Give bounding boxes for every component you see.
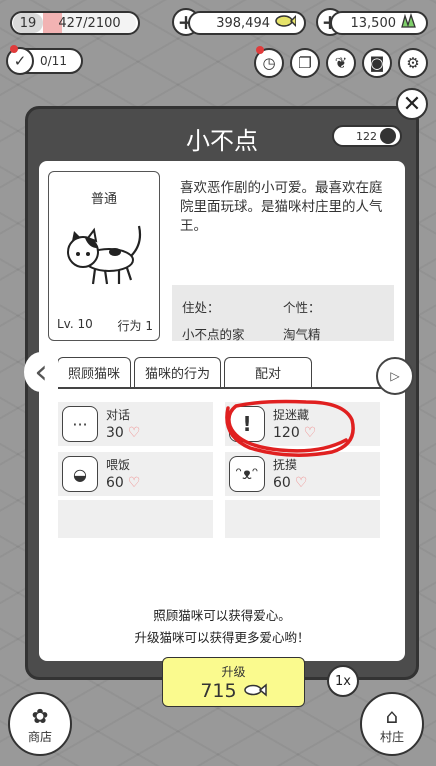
leaf-icon: [400, 12, 418, 33]
care-name: 喂饭: [106, 458, 131, 472]
personality-value: 淘气精: [283, 327, 321, 342]
care-name: 抚摸: [273, 458, 298, 472]
task-counter[interactable]: ✓ 0/11: [6, 47, 83, 75]
red-circle-annotation: [225, 399, 355, 457]
tab-pairing[interactable]: 配对: [224, 357, 313, 387]
gift-icon[interactable]: ❦: [326, 48, 356, 78]
xp-text: 427/2100: [58, 15, 121, 31]
shop-label: 商店: [27, 729, 52, 744]
next-cat-arrow[interactable]: ▷: [376, 357, 414, 395]
care-item-feed[interactable]: ◒ 喂饭 60 ♡: [58, 452, 213, 496]
level-number: 19: [13, 13, 43, 33]
village-label: 村庄: [379, 729, 404, 744]
multiplier-button[interactable]: 1x: [327, 665, 359, 697]
rarity-label: 普通: [90, 192, 117, 207]
village-button[interactable]: ⌂ 村庄: [360, 692, 424, 756]
heart-icon: ♡: [127, 425, 141, 441]
level-progress: 19 427/2100: [10, 11, 140, 35]
cat-description: 喜欢恶作剧的小可爱。最喜欢在庭院里面玩球。是猫咪村庄里的人气王。: [180, 180, 383, 234]
tab-divider: [57, 387, 405, 389]
previous-cat-arrow[interactable]: ‹: [24, 352, 58, 392]
home-value: 小不点的家: [182, 327, 245, 342]
settings-icon[interactable]: ⚙: [398, 48, 428, 78]
cat-portrait-icon: [67, 225, 142, 285]
care-slot-empty: [225, 500, 380, 538]
task-count: 0/11: [40, 54, 67, 68]
fish-icon: [274, 13, 297, 33]
home-label: 住处：: [182, 300, 220, 315]
care-item-pet[interactable]: ᵔᴥᵔ 抚摸 60 ♡: [225, 452, 380, 496]
care-hint: 照顾猫咪可以获得爱心。 升级猫咪可以获得更多爱心哟！: [39, 605, 405, 649]
collection-icon[interactable]: ❐: [290, 48, 320, 78]
upgrade-cost-value: 715: [200, 679, 237, 702]
yarn-amount: 122: [356, 129, 377, 143]
yarn-counter: 122: [332, 125, 402, 147]
hint-line-2: 升级猫咪可以获得更多爱心哟！: [134, 630, 310, 645]
cat-house-icon: ⌂: [385, 703, 399, 728]
upgrade-label: 升级: [221, 664, 246, 679]
fish-icon: [243, 682, 267, 697]
leaf-amount: 13,500: [350, 15, 397, 31]
care-slot-empty: [58, 500, 213, 538]
heart-icon: ♡: [127, 475, 141, 491]
xp-bar: 427/2100: [43, 13, 136, 33]
shop-button[interactable]: ✿ 商店: [8, 692, 72, 756]
upgrade-button[interactable]: 升级 715: [162, 657, 305, 707]
cat-detail-modal: 小不点 122 普通 Lv. 10 行为 1 喜欢恶作剧的小可爱。最喜欢在庭院里…: [25, 106, 419, 707]
tab-behaviors[interactable]: 猫咪的行为: [134, 357, 222, 387]
care-value: 30: [106, 425, 124, 441]
cat-card: 普通 Lv. 10 行为 1: [48, 171, 160, 341]
dots-icon: ···: [62, 406, 98, 442]
bowl-icon: ◒: [62, 456, 98, 492]
care-value: 60: [106, 475, 124, 491]
fish-amount: 398,494: [216, 15, 270, 31]
upgrade-cost: 715: [200, 679, 267, 702]
behavior-count: 行为 1: [117, 319, 153, 333]
cat-level: Lv. 10: [57, 317, 93, 331]
yarn-icon: [380, 128, 396, 144]
personality-label: 个性：: [283, 300, 321, 315]
tab-bar: 照顾猫咪 猫咪的行为 配对: [57, 357, 313, 387]
camera-icon[interactable]: ◙: [362, 48, 392, 78]
care-value: 60: [273, 475, 291, 491]
close-icon[interactable]: ✕: [396, 88, 428, 120]
notification-dot: [10, 45, 18, 53]
tab-care[interactable]: 照顾猫咪: [57, 357, 132, 387]
heart-icon: ♡: [294, 475, 308, 491]
care-item-talk[interactable]: ··· 对话 30 ♡: [58, 402, 213, 446]
timer-notification-dot: [256, 46, 264, 54]
leaf-counter: 13,500: [330, 11, 428, 35]
paw-icon: ✿: [31, 703, 49, 728]
cat-face-icon: ᵔᴥᵔ: [229, 456, 265, 492]
care-name: 对话: [106, 408, 131, 422]
cat-info-box: 住处： 小不点的家 个性： 淘气精: [172, 285, 394, 342]
fish-counter: 398,494: [188, 11, 306, 35]
hint-line-1: 照顾猫咪可以获得爱心。: [153, 608, 291, 623]
